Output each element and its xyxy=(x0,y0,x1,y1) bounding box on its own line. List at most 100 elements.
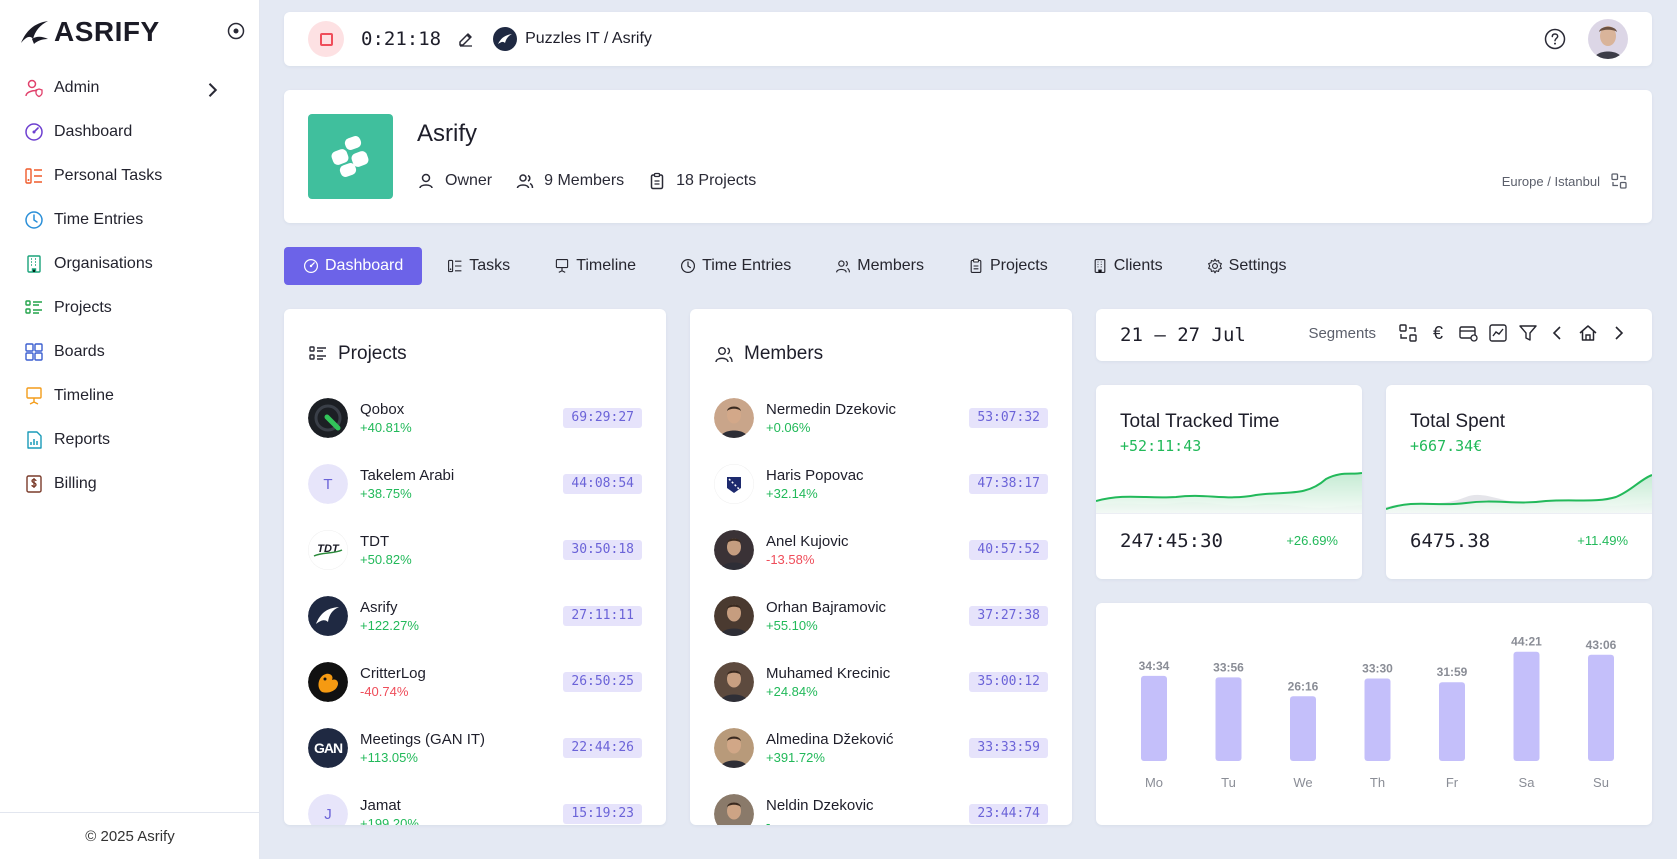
chevron-right-icon xyxy=(1615,326,1624,340)
avatar xyxy=(714,728,754,768)
row-time: 23:44:74 xyxy=(969,804,1048,824)
bar-tu[interactable] xyxy=(1215,677,1242,761)
app-logo[interactable]: ASRIFY xyxy=(18,16,160,48)
stop-icon xyxy=(319,32,333,46)
bar-chart-svg: 34:34 Mo 33:56 Tu 26:16 We 33:30 Th 31:59 Fr 44:21… xyxy=(1139,635,1617,790)
chart-toggle-button[interactable] xyxy=(1488,323,1508,343)
sidebar-item-organisations[interactable]: Organisations xyxy=(0,242,260,286)
tab-tasks[interactable]: Tasks xyxy=(428,247,529,285)
member-photo-icon xyxy=(714,596,754,636)
sidebar-item-time-entries[interactable]: Time Entries xyxy=(0,198,260,242)
list-item[interactable]: Muhamed Krecinic +24.84% 35:00:12 xyxy=(714,649,1048,715)
list-item[interactable]: GAN Meetings (GAN IT) +113.05% 22:44:26 xyxy=(308,715,642,781)
user-avatar[interactable] xyxy=(1588,19,1628,59)
tab-members[interactable]: Members xyxy=(816,247,943,285)
flag-avatar-icon xyxy=(714,464,754,504)
list-item[interactable]: T Takelem Arabi +38.75% 44:08:54 xyxy=(308,451,642,517)
previous-week-button[interactable] xyxy=(1548,323,1568,343)
row-name: Haris Popovac xyxy=(766,467,864,484)
sidebar-item-reports[interactable]: Reports xyxy=(0,418,260,462)
tdt-logo-icon: TDT xyxy=(308,530,348,570)
gear-icon xyxy=(1207,258,1222,274)
tab-dashboard[interactable]: Dashboard xyxy=(284,247,423,285)
next-week-button[interactable] xyxy=(1608,323,1628,343)
list-item[interactable]: J Jamat +199.20% 15:19:23 xyxy=(308,781,642,825)
billable-button[interactable] xyxy=(1458,323,1478,343)
tab-settings[interactable]: Settings xyxy=(1188,247,1306,285)
filter-button[interactable] xyxy=(1518,323,1538,343)
sidebar-item-billing[interactable]: Billing xyxy=(0,462,260,506)
bar-sa[interactable] xyxy=(1513,651,1540,761)
timezone-info[interactable]: Europe / Istanbul xyxy=(1502,172,1628,190)
x-tick-label: Tu xyxy=(1221,775,1236,790)
row-change: +0.06% xyxy=(766,420,811,435)
tracked-pct: +26.69% xyxy=(1286,533,1338,548)
total-tracked-time-card: Total Tracked Time +52:11:43 247:45:30 +… xyxy=(1096,385,1362,579)
list-item[interactable]: Neldin Dzekovic - 23:44:74 xyxy=(714,781,1048,825)
list-item[interactable]: Orhan Bajramovic +55.10% 37:27:38 xyxy=(714,583,1048,649)
sidebar-item-label: Billing xyxy=(54,475,97,492)
row-time: 15:19:23 xyxy=(563,804,642,824)
sidebar-item-boards[interactable]: Boards xyxy=(0,330,260,374)
tab-label: Projects xyxy=(989,257,1048,274)
tab-label: Tasks xyxy=(469,257,511,274)
date-range-label[interactable]: 21 – 27 Jul xyxy=(1120,324,1246,346)
tab-timeline[interactable]: Timeline xyxy=(535,247,655,285)
current-week-button[interactable] xyxy=(1578,323,1598,343)
row-time: 27:11:11 xyxy=(563,606,642,626)
segments-switch-button[interactable] xyxy=(1398,323,1418,343)
help-icon[interactable] xyxy=(1544,28,1566,50)
currency-button[interactable]: € xyxy=(1428,323,1448,343)
row-text: CritterLog -40.74% xyxy=(360,664,426,700)
sidebar-item-timeline[interactable]: Timeline xyxy=(0,374,260,418)
tab-projects[interactable]: Projects xyxy=(949,247,1067,285)
row-text: Anel Kujovic -13.58% xyxy=(766,532,849,568)
sidebar-item-projects[interactable]: Projects xyxy=(0,286,260,330)
list-item[interactable]: Asrify +122.27% 27:11:11 xyxy=(308,583,642,649)
sidebar-item-label: Reports xyxy=(54,431,111,448)
x-tick-label: We xyxy=(1293,775,1312,790)
row-name: Neldin Dzekovic xyxy=(766,797,874,814)
stop-timer-button[interactable] xyxy=(308,21,344,57)
row-time: 35:00:12 xyxy=(969,672,1048,692)
list-item[interactable]: Anel Kujovic -13.58% 40:57:52 xyxy=(714,517,1048,583)
tab-clients[interactable]: Clients xyxy=(1073,247,1182,285)
avatar-letter: J xyxy=(324,805,332,823)
bar-we[interactable] xyxy=(1290,696,1316,761)
avatar xyxy=(308,398,348,438)
spent-pct: +11.49% xyxy=(1577,533,1628,548)
list-item[interactable]: CritterLog -40.74% 26:50:25 xyxy=(308,649,642,715)
members-info[interactable]: 9 Members xyxy=(516,172,624,190)
list-item[interactable]: TDT TDT +50.82% 30:50:18 xyxy=(308,517,642,583)
row-time: 37:27:38 xyxy=(969,606,1048,626)
projects-info[interactable]: 18 Projects xyxy=(648,172,756,190)
user-icon xyxy=(419,173,433,189)
row-time: 33:33:59 xyxy=(969,738,1048,758)
bar-fr[interactable] xyxy=(1439,682,1465,761)
row-text: Takelem Arabi +38.75% xyxy=(360,466,454,502)
bar-mo[interactable] xyxy=(1141,675,1167,761)
list-item[interactable]: Almedina Džeković +391.72% 33:33:59 xyxy=(714,715,1048,781)
members-title-text: Members xyxy=(744,343,824,364)
list-item[interactable]: Haris Popovac +32.14% 47:38:17 xyxy=(714,451,1048,517)
row-change: - xyxy=(766,816,771,825)
bar-th[interactable] xyxy=(1364,678,1391,761)
edit-icon[interactable] xyxy=(457,30,475,48)
sidebar-item-label: Organisations xyxy=(54,255,153,272)
bar-su[interactable] xyxy=(1588,654,1614,761)
workspace-name[interactable]: Puzzles IT / Asrify xyxy=(525,30,652,48)
tab-time-entries[interactable]: Time Entries xyxy=(661,247,810,285)
bar-value-label: 34:34 xyxy=(1139,659,1170,673)
list-item[interactable]: Nermedin Dzekovic +0.06% 53:07:32 xyxy=(714,385,1048,451)
row-name: Anel Kujovic xyxy=(766,533,849,550)
sidebar-item-personal-tasks[interactable]: Personal Tasks xyxy=(0,154,260,198)
app-name: ASRIFY xyxy=(54,16,160,47)
segments-label[interactable]: Segments xyxy=(1308,325,1376,342)
sidebar-toggle-icon[interactable] xyxy=(227,22,245,40)
chart-icon xyxy=(1489,324,1507,342)
avatar: TDT xyxy=(308,530,348,570)
sidebar-item-admin[interactable]: Admin xyxy=(0,66,260,110)
list-item[interactable]: Qobox +40.81% 69:29:27 xyxy=(308,385,642,451)
sidebar-item-dashboard[interactable]: Dashboard xyxy=(0,110,260,154)
row-time: 69:29:27 xyxy=(563,408,642,428)
